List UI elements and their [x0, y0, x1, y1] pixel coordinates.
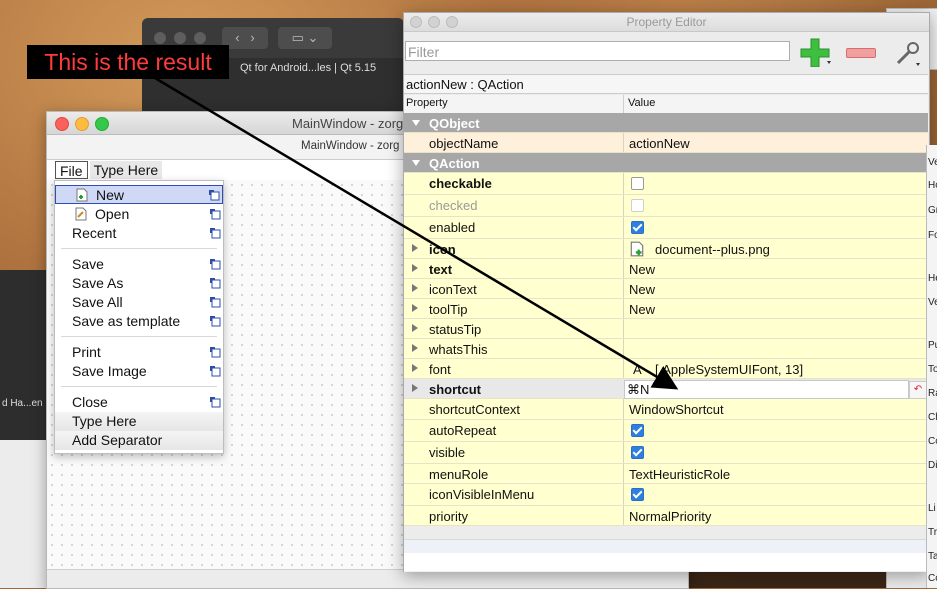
menu-item-close[interactable]: Close: [55, 393, 223, 412]
action-drag-icon[interactable]: [209, 346, 221, 358]
document-open-icon: [75, 207, 87, 221]
zoom-light[interactable]: [194, 32, 206, 44]
menu-type-here[interactable]: Type Here: [89, 161, 163, 179]
document-plus-icon: [76, 188, 88, 202]
action-drag-icon[interactable]: [209, 258, 221, 270]
property-editor: Property Editor Filter actionNew : QActi…: [403, 12, 930, 572]
minimize-button[interactable]: [75, 117, 89, 131]
row-iconText[interactable]: iconText New: [404, 279, 928, 299]
expand-arrow-icon[interactable]: [412, 244, 418, 252]
expand-arrow-icon[interactable]: [412, 264, 418, 272]
group-qobject[interactable]: QObject: [404, 113, 928, 133]
row-font[interactable]: font A [.AppleSystemUIFont, 13]: [404, 359, 928, 379]
property-table-header: Property Value: [404, 95, 928, 114]
row-whatsThis[interactable]: whatsThis: [404, 339, 928, 359]
reset-shortcut-icon[interactable]: ↶: [909, 381, 927, 399]
checked-checkbox: [631, 199, 644, 212]
shortcut-editor-field[interactable]: [624, 380, 909, 399]
row-menuRole[interactable]: menuRole TextHeuristicRole: [404, 464, 928, 484]
column-value[interactable]: Value: [628, 97, 655, 109]
property-editor-title: Property Editor: [626, 15, 707, 29]
row-visible[interactable]: visible: [404, 442, 928, 464]
sidebar-toggle-button[interactable]: ▭ ⌄: [278, 27, 332, 49]
row-priority[interactable]: priority NormalPriority: [404, 506, 928, 526]
object-class-label: actionNew : QAction: [404, 74, 928, 94]
property-editor-titlebar: Property Editor: [404, 13, 929, 32]
font-sample: A: [633, 362, 642, 377]
menu-item-recent[interactable]: Recent: [55, 224, 223, 243]
add-dynamic-property-icon[interactable]: [799, 37, 835, 67]
row-statusTip[interactable]: statusTip: [404, 319, 928, 339]
action-drag-icon[interactable]: [209, 277, 221, 289]
document-plus-icon: [630, 241, 644, 257]
enabled-checkbox[interactable]: [631, 221, 644, 234]
expand-arrow-icon[interactable]: [412, 324, 418, 332]
menu-item-save-image[interactable]: Save Image: [55, 362, 223, 381]
file-menu: New Open Recent Save Save As Save All Sa…: [54, 180, 224, 454]
column-property[interactable]: Property: [406, 97, 448, 109]
menu-item-save[interactable]: Save: [55, 255, 223, 274]
background-app-text: d Ha...en: [2, 398, 43, 409]
action-drag-icon[interactable]: [209, 396, 221, 408]
row-checked[interactable]: checked: [404, 195, 928, 217]
menu-separator: [61, 248, 217, 249]
form-menubar: File Type Here: [55, 161, 164, 179]
zoom-button[interactable]: [95, 117, 109, 131]
checkable-checkbox[interactable]: [631, 177, 644, 190]
menu-separator: [61, 386, 217, 387]
visible-checkbox[interactable]: [631, 446, 644, 459]
menu-item-new[interactable]: New: [55, 185, 223, 204]
widget-list-fragment: Ve Ho Gr Fo He Ve Pu To Ra Ch Co Di Li T…: [926, 145, 937, 588]
action-drag-icon[interactable]: [209, 365, 221, 377]
remove-dynamic-property-icon[interactable]: [846, 48, 876, 58]
column-divider[interactable]: [623, 95, 624, 113]
action-drag-icon[interactable]: [209, 208, 221, 220]
minimize-light[interactable]: [174, 32, 186, 44]
close-light[interactable]: [154, 32, 166, 44]
annotation-label: This is the result: [27, 45, 229, 79]
expand-arrow-icon[interactable]: [412, 364, 418, 372]
form-title: MainWindow - zorg: [301, 140, 400, 152]
menu-file[interactable]: File: [55, 161, 88, 179]
expand-arrow-icon[interactable]: [412, 304, 418, 312]
menu-item-type-here[interactable]: Type Here: [55, 412, 223, 431]
menu-item-save-as[interactable]: Save As: [55, 274, 223, 293]
row-objectName[interactable]: objectName actionNew: [404, 133, 928, 153]
menu-item-save-as-template[interactable]: Save as template: [55, 312, 223, 331]
action-drag-icon[interactable]: [209, 296, 221, 308]
menu-separator: [61, 336, 217, 337]
background-app-window: d Ha...en: [0, 270, 48, 440]
iconvisibleinmenu-checkbox[interactable]: [631, 488, 644, 501]
expand-arrow-icon[interactable]: [412, 120, 420, 126]
property-editor-footer: [404, 553, 928, 571]
qt-creator-title: Qt for Android...les | Qt 5.15: [240, 62, 377, 74]
row-enabled[interactable]: enabled: [404, 217, 928, 239]
expand-arrow-icon[interactable]: [412, 284, 418, 292]
window-title: MainWindow - zorg: [292, 116, 404, 131]
menu-item-add-separator[interactable]: Add Separator: [55, 431, 223, 450]
expand-arrow-icon[interactable]: [412, 344, 418, 352]
row-checkable[interactable]: checkable: [404, 173, 928, 195]
row-shortcut[interactable]: shortcut ⌘N ↶: [404, 379, 928, 399]
expand-arrow-icon[interactable]: [412, 160, 420, 166]
expand-arrow-icon[interactable]: [412, 384, 418, 392]
row-iconVisibleInMenu[interactable]: iconVisibleInMenu: [404, 484, 928, 506]
row-icon[interactable]: icon document--plus.png: [404, 239, 928, 259]
configure-wrench-icon[interactable]: [894, 39, 924, 69]
row-text[interactable]: text New: [404, 259, 928, 279]
autorepeat-checkbox[interactable]: [631, 424, 644, 437]
group-qaction[interactable]: QAction: [404, 153, 928, 173]
menu-item-save-all[interactable]: Save All: [55, 293, 223, 312]
action-drag-icon[interactable]: [209, 315, 221, 327]
action-drag-icon[interactable]: [209, 227, 221, 239]
filter-input[interactable]: Filter: [405, 41, 790, 61]
row-toolTip[interactable]: toolTip New: [404, 299, 928, 319]
menu-item-open[interactable]: Open: [55, 205, 223, 224]
row-autoRepeat[interactable]: autoRepeat: [404, 420, 928, 442]
row-shortcutContext[interactable]: shortcutContext WindowShortcut: [404, 399, 928, 420]
menu-item-print[interactable]: Print: [55, 343, 223, 362]
action-drag-icon[interactable]: [208, 189, 220, 201]
close-button[interactable]: [55, 117, 69, 131]
background-app-panel: [0, 440, 48, 588]
